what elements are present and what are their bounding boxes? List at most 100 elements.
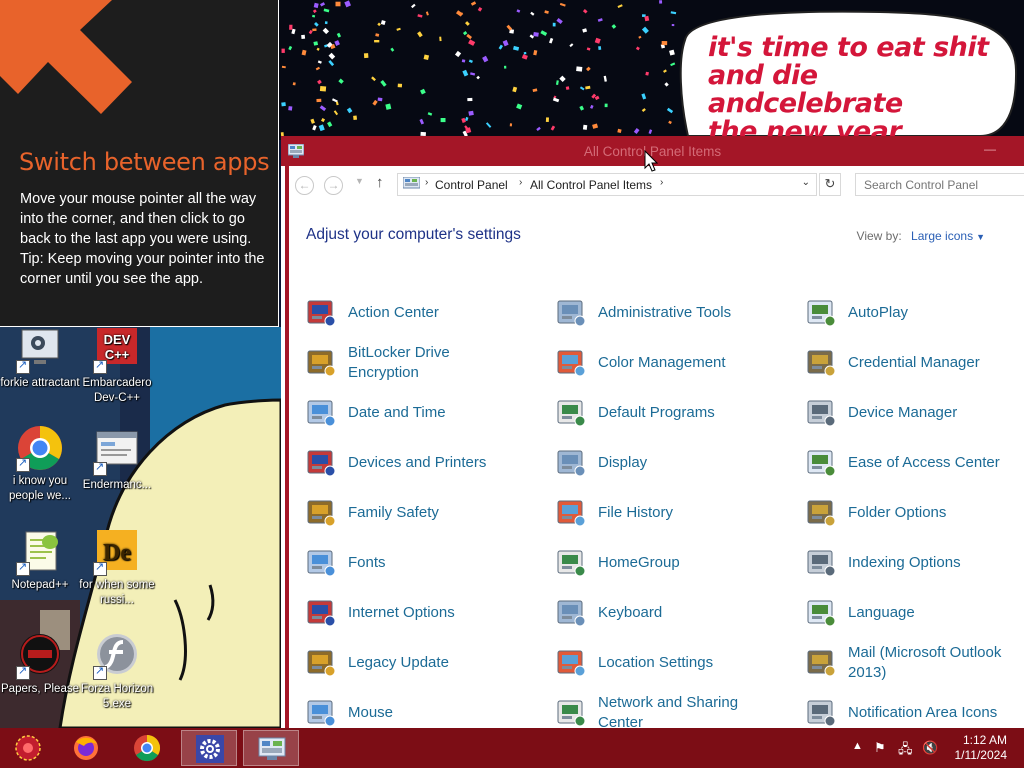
chevron-down-icon[interactable]: ▼ — [976, 232, 985, 242]
speech-bubble-text: it's time to eat shit and die andcelebra… — [708, 34, 1018, 146]
control-panel-item-icon — [554, 696, 588, 728]
desktop-icon-notepadpp[interactable]: Notepad++ — [0, 528, 80, 593]
desktop-icon-forkie[interactable]: forkie attractant — [0, 326, 80, 391]
control-panel-item-label: Keyboard — [598, 604, 663, 621]
control-panel-item-label: Notification Area Icons — [848, 704, 998, 721]
control-panel-item-label: Legacy Update — [348, 654, 449, 671]
search-input[interactable] — [855, 173, 1024, 196]
desktop-icon-label: Forza Horizon 5.exe — [80, 683, 154, 710]
desktop-icon-endermanch[interactable]: Endermanc... — [77, 428, 157, 493]
taskbar-firefox[interactable] — [58, 730, 114, 766]
desktop-icon-label: Embarcadero Dev-C++ — [82, 377, 152, 404]
control-panel-item-label: AutoPlay — [848, 304, 909, 321]
control-panel-item-label: Color Management — [598, 354, 726, 371]
svg-text:De: De — [103, 540, 131, 566]
start-orb-icon — [15, 735, 41, 761]
control-panel-item-icon — [554, 546, 588, 580]
control-panel-item-icon — [304, 396, 338, 430]
show-hidden-icons-button[interactable]: ▲ — [852, 740, 863, 752]
control-panel-window[interactable]: All Control Panel Items — ← → ▼ ↑ › Cont… — [281, 136, 1024, 728]
forward-button[interactable]: → — [324, 176, 343, 195]
minimize-button[interactable]: — — [982, 142, 998, 158]
control-panel-item-icon — [804, 596, 838, 630]
control-panel-item-label: Administrative Tools — [598, 304, 732, 321]
view-by-dropdown[interactable]: Large icons — [911, 229, 973, 243]
chevron-down-icon[interactable]: ⌄ — [802, 177, 810, 188]
chrome-icon — [134, 734, 161, 762]
devcpp-icon: DEV C++ — [93, 326, 141, 374]
control-panel-item-label: Internet Options — [348, 604, 455, 621]
clock-date: 1/11/2024 — [954, 748, 1008, 762]
hint-title: Switch between apps — [19, 148, 270, 176]
control-panel-item-label: Display — [598, 454, 648, 471]
corner-arrow-icon — [0, 0, 132, 114]
breadcrumb-separator[interactable]: › — [425, 177, 428, 188]
clock[interactable]: 1:12 AM 1/11/2024 — [955, 733, 1008, 763]
desktop-icon-chrome[interactable]: i know you people we... — [0, 424, 80, 504]
svg-text:C++: C++ — [105, 347, 130, 362]
desktop-icon-label: i know you people we... — [8, 475, 71, 502]
control-panel-item-label: Language — [848, 604, 915, 621]
start-button[interactable] — [0, 730, 56, 766]
control-panel-item-label: Ease of Access Center — [848, 454, 1000, 471]
control-panel-item-icon — [554, 446, 588, 480]
mouse-cursor-icon — [644, 150, 658, 172]
control-panel-item-icon — [304, 546, 338, 580]
taskbar-settings[interactable] — [181, 730, 237, 766]
control-panel-item-icon — [804, 346, 838, 380]
desktop-icon-label: forkie attractant — [0, 377, 80, 389]
control-panel-item-icon — [804, 496, 838, 530]
desktop-icon-forza[interactable]: Forza Horizon 5.exe — [77, 632, 157, 712]
app-window-icon — [93, 428, 141, 476]
up-button[interactable]: ↑ — [376, 174, 384, 191]
taskbar-chrome[interactable] — [119, 730, 175, 766]
control-panel-item-icon — [554, 496, 588, 530]
breadcrumb-separator[interactable]: › — [519, 177, 522, 188]
breadcrumb-all-items[interactable]: All Control Panel Items — [530, 178, 652, 192]
notepadpp-icon — [16, 528, 64, 576]
clock-time: 1:12 AM — [962, 733, 1007, 747]
control-panel-item-icon — [304, 446, 338, 480]
control-panel-item-icon — [304, 596, 338, 630]
breadcrumb-separator[interactable]: › — [660, 177, 663, 188]
control-panel-item-icon — [804, 396, 838, 430]
switch-apps-hint: Switch between apps Move your mouse poin… — [0, 0, 279, 327]
control-panel-item-label: Default Programs — [598, 404, 715, 421]
control-panel-item-label: Indexing Options — [848, 554, 961, 571]
chrome-icon — [16, 424, 64, 472]
address-bar[interactable]: › Control Panel › All Control Panel Item… — [397, 173, 817, 196]
taskbar-control-panel[interactable] — [243, 730, 299, 766]
control-panel-item-icon — [304, 346, 338, 380]
flash-icon — [93, 632, 141, 680]
network-icon[interactable]: 🖧 — [898, 740, 913, 762]
control-panel-item-icon — [304, 496, 338, 530]
control-panel-item-icon — [554, 596, 588, 630]
control-panel-item-icon — [304, 696, 338, 728]
page-title: Adjust your computer's settings — [306, 226, 521, 243]
gear-screen-icon — [16, 326, 64, 374]
desktop-icon-label: Notepad++ — [11, 579, 69, 591]
control-panel-item-icon — [554, 646, 588, 680]
control-panel-icon — [403, 177, 420, 189]
control-panel-item-icon — [804, 646, 838, 680]
recent-locations-button[interactable]: ▼ — [355, 176, 364, 186]
control-panel-item-label: Network and Sharing Center — [598, 694, 739, 728]
control-panel-item-label: Mouse — [348, 704, 394, 721]
control-panel-item-icon — [554, 346, 588, 380]
hint-line-1: Move your mouse pointer all the way into… — [20, 191, 257, 247]
desktop-icon-de[interactable]: De for when some russi... — [77, 528, 157, 608]
refresh-button[interactable]: ↻ — [819, 173, 841, 196]
control-panel-icon — [258, 737, 286, 760]
control-panel-item-label: Credential Manager — [848, 354, 980, 371]
control-panel-item-icon — [804, 296, 838, 330]
back-button[interactable]: ← — [295, 176, 314, 195]
desktop-icon-papers-please[interactable]: Papers, Please — [0, 632, 80, 697]
bubble-line-2: and die andcelebrate — [708, 60, 903, 119]
desktop-icon-devcpp[interactable]: DEVC++ Embarcadero Dev-C++ — [77, 326, 157, 406]
breadcrumb-control-panel[interactable]: Control Panel — [435, 178, 508, 192]
hint-body: Move your mouse pointer all the way into… — [20, 189, 265, 289]
desktop-icon-label: for when some russi... — [79, 579, 155, 606]
flag-icon[interactable]: ⚑ — [874, 740, 886, 756]
control-panel-item-label: Family Safety — [348, 504, 439, 521]
volume-muted-icon[interactable]: 🔇 — [922, 740, 938, 756]
